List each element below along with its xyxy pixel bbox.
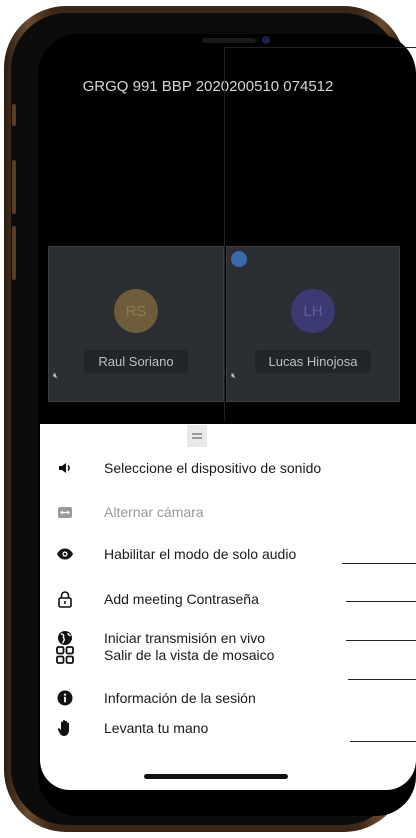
home-indicator[interactable] xyxy=(144,774,288,779)
muted-status-icon: 🔇︎ xyxy=(53,371,59,380)
muted-status-icon: 🔇︎ xyxy=(231,371,237,380)
globe-icon xyxy=(56,629,74,647)
callout-line xyxy=(350,741,416,742)
front-camera xyxy=(262,36,270,44)
menu-item-label: Seleccione el dispositivo de sonido xyxy=(104,460,322,476)
drag-handle[interactable] xyxy=(187,425,207,447)
raise-hand-icon xyxy=(56,719,74,737)
callout-line xyxy=(342,563,416,564)
avatar: LH xyxy=(291,289,335,333)
callout-line xyxy=(346,601,416,602)
menu-item-label: Add meeting Contraseña xyxy=(104,591,259,607)
menu-item-label: Información de la sesión xyxy=(104,690,256,706)
participant-name: Lucas Hinojosa xyxy=(254,350,372,373)
mute-switch xyxy=(12,104,16,126)
dominant-speaker-icon xyxy=(231,251,247,267)
callout-line xyxy=(224,47,416,48)
participant-tile[interactable]: LH Lucas Hinojosa 🔇︎ xyxy=(226,246,400,402)
info-icon xyxy=(56,689,74,707)
participant-tile[interactable]: RS Raul Soriano 🔇︎ xyxy=(48,246,224,402)
menu-item-label: Salir de la vista de mosaico xyxy=(104,647,275,663)
lock-icon xyxy=(56,590,74,608)
overflow-menu-sheet xyxy=(40,424,416,790)
volume-up-button xyxy=(12,160,16,214)
eye-icon xyxy=(56,545,74,563)
volume-down-button xyxy=(12,226,16,280)
callout-line xyxy=(224,47,225,421)
volume-icon xyxy=(56,459,74,477)
switch-camera-icon xyxy=(56,503,74,521)
room-title: GRGQ 991 BBP 2020200510 074512 xyxy=(82,78,334,95)
menu-item-label: Habilitar el modo de solo audio xyxy=(104,546,297,562)
callout-line xyxy=(346,640,416,641)
earpiece-speaker xyxy=(202,38,256,43)
menu-item-label: Alternar cámara xyxy=(104,504,204,520)
menu-item-label: Iniciar transmisión en vivo xyxy=(104,630,266,646)
menu-item-label: Levanta tu mano xyxy=(104,720,209,736)
callout-line xyxy=(348,679,416,680)
participant-name: Raul Soriano xyxy=(84,350,188,373)
tile-grid-icon xyxy=(56,646,74,664)
avatar: RS xyxy=(114,289,158,333)
